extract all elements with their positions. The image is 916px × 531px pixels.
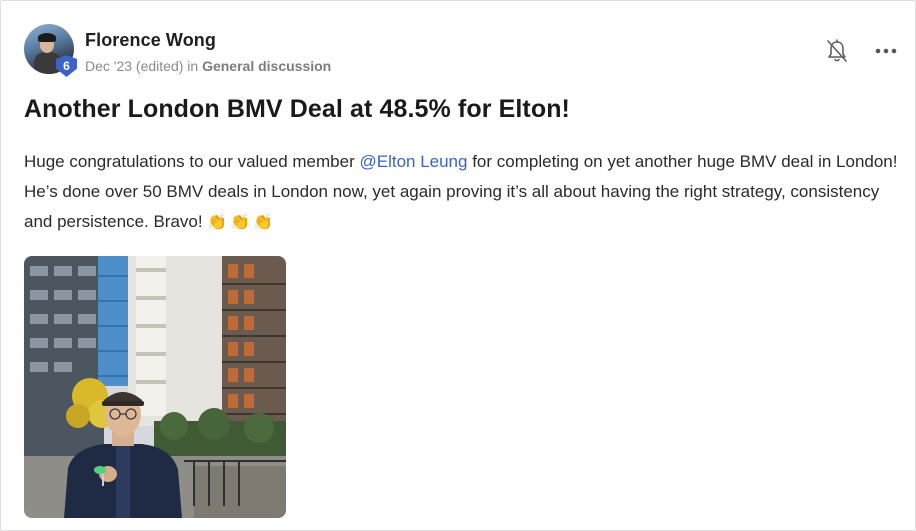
post-body: Huge congratulations to our valued membe…	[24, 147, 909, 237]
post-date[interactable]: Dec '23 (edited)	[85, 58, 183, 74]
body-text-intro: Huge congratulations to our valued membe…	[24, 152, 360, 171]
post-meta: Dec '23 (edited) in General discussion	[85, 58, 331, 74]
clapping-hands-emoji: 👏👏👏	[207, 212, 277, 231]
bell-off-icon[interactable]	[826, 39, 848, 65]
author-name[interactable]: Florence Wong	[85, 30, 216, 51]
post-image[interactable]	[24, 256, 286, 518]
in-label: in	[187, 58, 199, 74]
space-link[interactable]: General discussion	[202, 58, 331, 74]
more-options-icon[interactable]	[874, 41, 898, 61]
post-card: 6 Florence Wong Dec '23 (edited) in Gene…	[0, 0, 916, 531]
author-avatar[interactable]: 6	[24, 24, 77, 77]
post-title: Another London BMV Deal at 48.5% for Elt…	[24, 95, 570, 123]
member-mention-link[interactable]: @Elton Leung	[359, 152, 467, 171]
